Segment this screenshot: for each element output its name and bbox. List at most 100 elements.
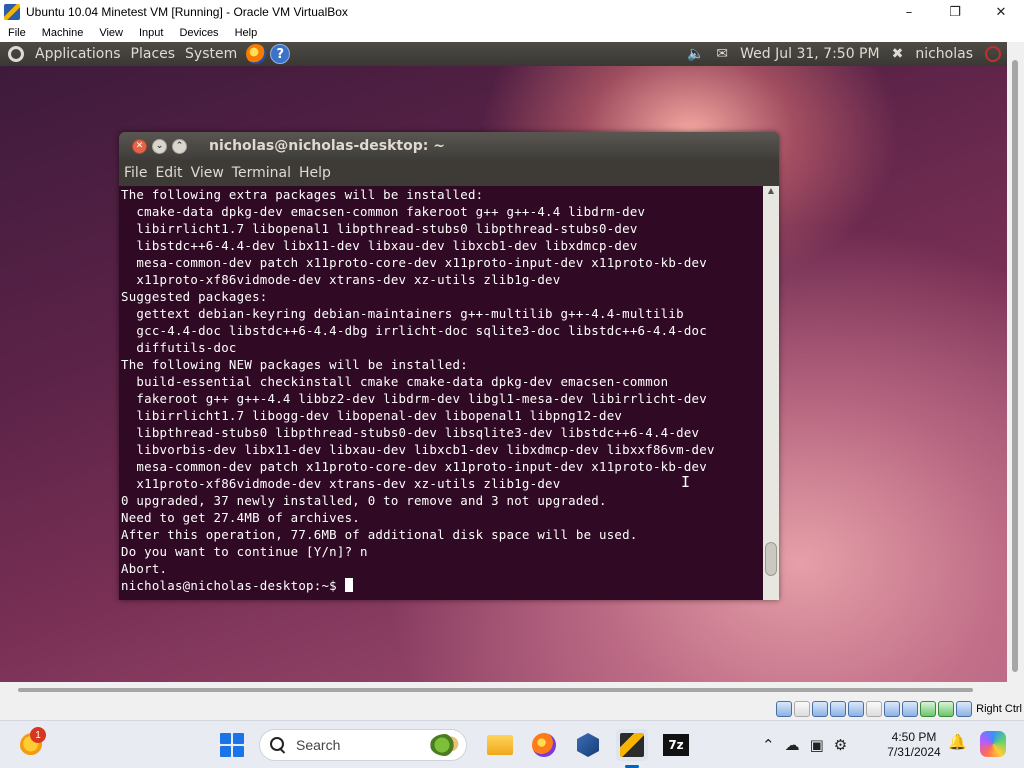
terminal-line: x11proto-xf86vidmode-dev xtrans-dev xz-u… bbox=[121, 476, 561, 491]
copilot-icon[interactable] bbox=[980, 731, 1006, 757]
terminal-line: 0 upgraded, 37 newly installed, 0 to rem… bbox=[121, 493, 607, 508]
language-icon[interactable]: ⚙ bbox=[834, 736, 847, 754]
virtualbox-vm-window-button[interactable] bbox=[616, 729, 648, 761]
scroll-up-arrow-icon[interactable]: ▲ bbox=[763, 186, 779, 198]
terminal-menu-file[interactable]: File bbox=[120, 165, 151, 181]
panel-clock[interactable]: Wed Jul 31, 7:50 PM bbox=[740, 46, 879, 62]
user-switch-icon[interactable]: ✖ bbox=[892, 46, 904, 62]
firefox-launcher-icon[interactable] bbox=[246, 44, 267, 64]
terminal-menu-view[interactable]: View bbox=[187, 165, 228, 181]
audio-status-icon[interactable] bbox=[812, 701, 829, 717]
menu-file[interactable]: File bbox=[0, 27, 34, 39]
window-title: Ubuntu 10.04 Minetest VM [Running] - Ora… bbox=[26, 5, 348, 19]
vbox-horizontal-scrollbar[interactable] bbox=[0, 682, 1024, 698]
hard-disk-status-icon[interactable] bbox=[776, 701, 793, 717]
menu-view[interactable]: View bbox=[91, 27, 131, 39]
terminal-line: libirrlicht1.7 libogg-dev libopenal-dev … bbox=[121, 408, 623, 423]
optical-drive-status-icon[interactable] bbox=[794, 701, 811, 717]
terminal-window[interactable]: ✕ ⌄ ⌃ nicholas@nicholas-desktop: ~ File … bbox=[119, 132, 779, 600]
ibeam-cursor-icon: I bbox=[681, 473, 691, 491]
help-launcher-icon[interactable]: ? bbox=[270, 44, 291, 64]
cpu-status-icon[interactable] bbox=[920, 701, 937, 717]
firefox-taskbar-button[interactable] bbox=[528, 729, 560, 761]
guest-display[interactable]: Applications Places System ? 🔈 ✉ Wed Jul… bbox=[0, 42, 1007, 682]
vbox-titlebar[interactable]: Ubuntu 10.04 Minetest VM [Running] - Ora… bbox=[0, 0, 1024, 24]
start-button[interactable] bbox=[220, 733, 244, 757]
terminal-line: Do you want to continue [Y/n]? n bbox=[121, 544, 368, 559]
taskbar-search-box[interactable]: Search bbox=[259, 729, 467, 761]
panel-menu-system[interactable]: System bbox=[180, 46, 242, 62]
terminal-menubar: File Edit View Terminal Help bbox=[119, 160, 779, 186]
minimize-button[interactable]: – bbox=[886, 0, 932, 24]
terminal-line: libirrlicht1.7 libopenal1 libpthread-stu… bbox=[121, 221, 638, 236]
display-icon[interactable]: ▣ bbox=[810, 736, 824, 754]
ubuntu-top-panel: Applications Places System ? 🔈 ✉ Wed Jul… bbox=[0, 42, 1007, 66]
terminal-prompt: nicholas@nicholas-desktop:~$ bbox=[121, 578, 345, 593]
mail-icon[interactable]: ✉ bbox=[716, 46, 728, 62]
ubuntu-logo-icon[interactable] bbox=[8, 46, 24, 62]
menu-help[interactable]: Help bbox=[227, 27, 266, 39]
vbox-vertical-scrollbar-thumb[interactable] bbox=[1012, 60, 1018, 672]
terminal-line: Need to get 27.4MB of archives. bbox=[121, 510, 361, 525]
terminal-line: gcc-4.4-doc libstdc++6-4.4-dbg irrlicht-… bbox=[121, 323, 707, 338]
terminal-minimize-button[interactable]: ⌄ bbox=[152, 138, 167, 154]
terminal-line: gettext debian-keyring debian-maintainer… bbox=[121, 306, 684, 321]
volume-icon[interactable]: 🔈 bbox=[687, 46, 704, 62]
shared-folders-status-icon[interactable] bbox=[866, 701, 883, 717]
display-status-icon[interactable] bbox=[884, 701, 901, 717]
menu-input[interactable]: Input bbox=[131, 27, 171, 39]
terminal-line: x11proto-xf86vidmode-dev xtrans-dev xz-u… bbox=[121, 272, 561, 287]
terminal-scrollbar-thumb[interactable] bbox=[765, 542, 777, 576]
close-button[interactable]: ✕ bbox=[978, 0, 1024, 24]
vbox-statusbar: Right Ctrl bbox=[0, 698, 1024, 720]
clock-date: 7/31/2024 bbox=[887, 745, 941, 759]
terminal-line: mesa-common-dev patch x11proto-core-dev … bbox=[121, 459, 707, 474]
terminal-menu-edit[interactable]: Edit bbox=[151, 165, 186, 181]
virtualbox-app-icon bbox=[4, 4, 20, 20]
terminal-line: The following NEW packages will be insta… bbox=[121, 357, 468, 372]
virtualbox-manager-button[interactable] bbox=[572, 729, 604, 761]
terminal-scrollbar[interactable]: ▲ bbox=[763, 186, 779, 600]
7zip-taskbar-button[interactable]: 7z bbox=[660, 729, 692, 761]
recording-status-icon[interactable] bbox=[902, 701, 919, 717]
menu-machine[interactable]: Machine bbox=[34, 27, 92, 39]
vm-window-icon bbox=[620, 733, 644, 757]
taskbar-clock[interactable]: 4:50 PM 7/31/2024 bbox=[884, 730, 944, 760]
file-explorer-button[interactable] bbox=[484, 729, 516, 761]
weather-widget[interactable]: 1 bbox=[20, 727, 46, 757]
host-key-label: Right Ctrl bbox=[976, 703, 1022, 715]
chevron-up-icon[interactable]: ⌃ bbox=[762, 736, 775, 754]
vbox-horizontal-scrollbar-thumb[interactable] bbox=[18, 688, 973, 692]
terminal-line: mesa-common-dev patch x11proto-core-dev … bbox=[121, 255, 707, 270]
notification-bell-icon[interactable]: 🔔 bbox=[948, 733, 967, 751]
menu-devices[interactable]: Devices bbox=[171, 27, 226, 39]
7zip-icon: 7z bbox=[663, 734, 689, 756]
terminal-cursor bbox=[344, 578, 353, 592]
terminal-line: The following extra packages will be ins… bbox=[121, 187, 484, 202]
search-placeholder: Search bbox=[296, 737, 341, 753]
panel-menu-places[interactable]: Places bbox=[126, 46, 181, 62]
mouse-integration-status-icon[interactable] bbox=[938, 701, 955, 717]
terminal-titlebar[interactable]: ✕ ⌄ ⌃ nicholas@nicholas-desktop: ~ bbox=[119, 132, 779, 160]
usb-status-icon[interactable] bbox=[848, 701, 865, 717]
power-icon[interactable] bbox=[985, 46, 1001, 62]
vbox-vertical-scrollbar[interactable] bbox=[1007, 42, 1024, 682]
keyboard-capture-status-icon[interactable] bbox=[956, 701, 973, 717]
panel-username[interactable]: nicholas bbox=[915, 46, 973, 62]
terminal-output[interactable]: The following extra packages will be ins… bbox=[119, 186, 763, 600]
search-highlight-icon bbox=[430, 734, 460, 756]
cloud-offline-icon[interactable]: ☁ bbox=[785, 736, 800, 754]
terminal-close-button[interactable]: ✕ bbox=[132, 138, 147, 154]
clock-time: 4:50 PM bbox=[891, 730, 937, 744]
terminal-prompt-line[interactable]: nicholas@nicholas-desktop:~$ bbox=[121, 577, 763, 594]
maximize-button[interactable]: ❐ bbox=[932, 0, 978, 24]
terminal-menu-help[interactable]: Help bbox=[295, 165, 335, 181]
terminal-maximize-button[interactable]: ⌃ bbox=[172, 138, 187, 154]
network-status-icon[interactable] bbox=[830, 701, 847, 717]
terminal-line: libpthread-stubs0 libpthread-stubs0-dev … bbox=[121, 425, 700, 440]
terminal-menu-terminal[interactable]: Terminal bbox=[228, 165, 295, 181]
panel-menu-applications[interactable]: Applications bbox=[30, 46, 126, 62]
windows-taskbar: 1 Search 7z ⌃ ☁ ▣ ⚙ 4:50 PM 7/31/2024 🔔 bbox=[0, 720, 1024, 768]
terminal-line: After this operation, 77.6MB of addition… bbox=[121, 527, 638, 542]
terminal-line: Abort. bbox=[121, 561, 168, 576]
